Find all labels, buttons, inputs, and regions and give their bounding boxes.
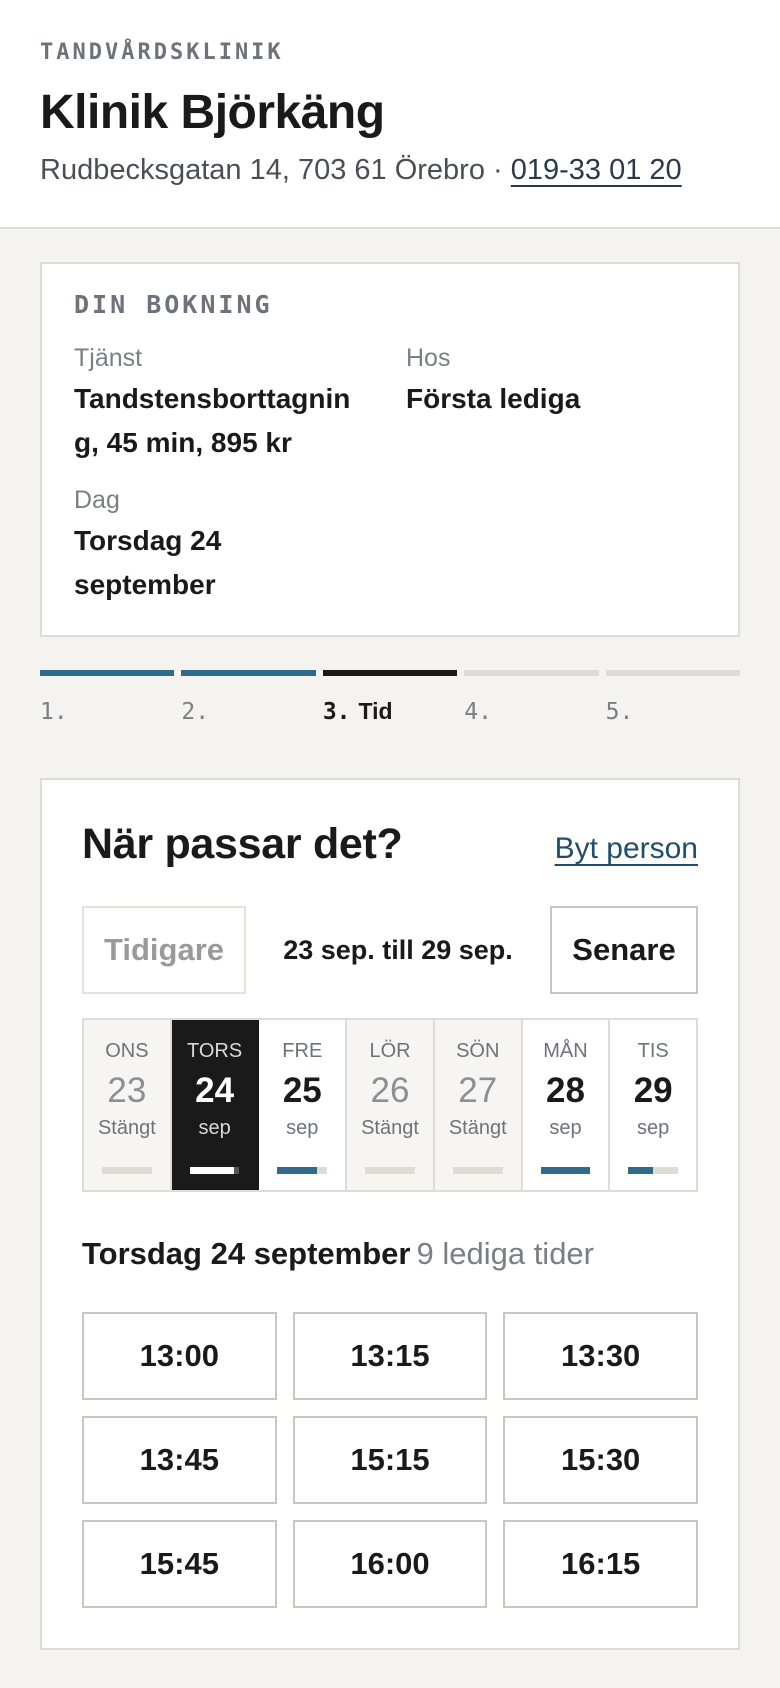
provider-value: Första lediga: [406, 383, 581, 414]
availability-bar: [277, 1167, 328, 1174]
step-number: 4.: [464, 699, 492, 725]
availability-bar: [540, 1167, 591, 1174]
week-range: 23 sep. till 29 sep.: [283, 934, 513, 965]
change-person-link[interactable]: Byt person: [555, 832, 698, 866]
day-subtext: Stängt: [361, 1117, 419, 1139]
selected-date-heading: Torsdag 24 september 9 lediga tider: [82, 1236, 594, 1272]
day-24[interactable]: TORS 24 sep: [171, 1020, 260, 1190]
clinic-contact: Rudbecksgatan 14, 703 61 Örebro · 019-33…: [40, 154, 740, 187]
clinic-type: TANDVÅRDSKLINIK: [40, 40, 284, 65]
day-label: Dag: [74, 486, 120, 514]
day-27: SÖN 27 Stängt: [434, 1020, 523, 1190]
step-bar: [605, 670, 741, 676]
step-bar: [40, 670, 175, 676]
clinic-header: TANDVÅRDSKLINIK Klinik Björkäng Rudbecks…: [0, 0, 780, 229]
day-number: 23: [107, 1071, 147, 1110]
progress-steps: 1. 2. 3. Tid 4. 5.: [40, 670, 741, 725]
service-label: Tjänst: [74, 344, 143, 372]
provider-field: Hos Första lediga: [406, 344, 706, 421]
availability-bar: [628, 1167, 679, 1174]
service-value: Tandstensborttagning, 45 min, 895 kr: [74, 383, 351, 458]
time-slot-button[interactable]: 16:15: [503, 1520, 698, 1608]
step-label: 1.: [40, 698, 174, 725]
day-subtext: Stängt: [97, 1117, 156, 1139]
availability-bar: [102, 1167, 152, 1174]
day-value: Torsdag 24 september: [74, 525, 222, 600]
day-28[interactable]: MÅN 28 sep: [522, 1020, 611, 1190]
day-26: LÖR 26 Stängt: [347, 1020, 435, 1190]
day-selector: ONS 23 Stängt TORS 24 sep FRE 25 sep LÖR 26 Stängt S…: [82, 1018, 698, 1192]
day-weekday: LÖR: [369, 1040, 411, 1062]
step-name: Tid: [358, 698, 393, 724]
time-slot-button[interactable]: 13:45: [82, 1416, 277, 1504]
day-weekday: ONS: [105, 1040, 149, 1062]
previous-week-button[interactable]: Tidigare: [82, 906, 246, 994]
day-subtext: Stängt: [448, 1117, 507, 1139]
step-bar: [322, 670, 458, 676]
step-number: 2.: [181, 699, 210, 725]
day-number: 25: [282, 1071, 322, 1110]
provider-label: Hos: [406, 344, 451, 372]
step-label: 3. Tid: [323, 698, 457, 725]
time-slot-button[interactable]: 15:15: [292, 1416, 488, 1504]
clinic-address: Rudbecksgatan 14, 703 61 Örebro ·: [40, 154, 511, 186]
availability-bar: [452, 1167, 503, 1174]
day-subtext: sep: [286, 1117, 319, 1139]
day-25[interactable]: FRE 25 sep: [259, 1020, 348, 1190]
day-number: 27: [458, 1071, 498, 1110]
step-number: 3.: [322, 699, 351, 725]
day-field: Dag Torsdag 24 september: [74, 486, 274, 607]
available-count: 9 lediga tider: [416, 1236, 594, 1271]
day-29[interactable]: TIS 29 sep: [610, 1020, 697, 1190]
page-title: När passar det?: [82, 820, 403, 868]
day-weekday: FRE: [282, 1040, 323, 1062]
availability-fill: [628, 1167, 654, 1174]
selected-date: Torsdag 24 september: [82, 1236, 411, 1271]
step-label: 5.: [606, 698, 740, 725]
time-slot-button[interactable]: 15:45: [82, 1520, 277, 1608]
availability-fill: [189, 1167, 235, 1174]
availability-fill: [540, 1167, 591, 1174]
day-number: 26: [370, 1071, 410, 1110]
step-label: 4.: [464, 698, 598, 725]
day-number: 29: [633, 1071, 673, 1110]
time-slot-button[interactable]: 13:30: [503, 1312, 698, 1400]
clinic-name: Klinik Björkäng: [40, 86, 385, 139]
step-number: 1.: [40, 699, 68, 725]
availability-fill: [277, 1167, 318, 1174]
day-weekday: TIS: [637, 1040, 669, 1062]
day-subtext: sep: [549, 1117, 582, 1139]
time-picker-card: När passar det? Byt person Tidigare 23 s…: [40, 778, 740, 1650]
next-week-button[interactable]: Senare: [550, 906, 698, 994]
day-weekday: SÖN: [456, 1040, 500, 1062]
service-field: Tjänst Tandstensborttagning, 45 min, 895…: [74, 344, 374, 465]
time-slot-button[interactable]: 13:00: [82, 1312, 277, 1400]
day-weekday: TORS: [186, 1040, 243, 1062]
step-labels: 1. 2. 3. Tid 4. 5.: [40, 698, 740, 725]
booking-title: DIN BOKNING: [74, 290, 273, 319]
phone-link[interactable]: 019-33 01 20: [511, 154, 682, 186]
day-weekday: MÅN: [543, 1040, 588, 1062]
day-number: 24: [195, 1071, 235, 1110]
day-subtext: sep: [637, 1117, 670, 1139]
step-bar: [181, 670, 316, 676]
day-23: ONS 23 Stängt: [84, 1020, 172, 1190]
time-slots: 13:00 13:15 13:30 13:45 15:15 15:30 15:45 16:00…: [82, 1312, 698, 1608]
step-number: 5.: [605, 699, 634, 725]
time-slot-button[interactable]: 15:30: [503, 1416, 698, 1504]
step-bar: [464, 670, 599, 676]
day-subtext: sep: [198, 1117, 231, 1139]
day-number: 28: [545, 1071, 585, 1110]
week-navigation: Tidigare 23 sep. till 29 sep. Senare: [82, 906, 698, 994]
booking-summary: DIN BOKNING Tjänst Tandstensborttagning,…: [40, 262, 740, 637]
availability-bar: [189, 1167, 240, 1174]
step-label: 2.: [181, 698, 315, 725]
time-slot-button[interactable]: 13:15: [292, 1312, 488, 1400]
availability-bar: [365, 1167, 415, 1174]
step-bars: [40, 670, 741, 676]
time-slot-button[interactable]: 16:00: [292, 1520, 488, 1608]
